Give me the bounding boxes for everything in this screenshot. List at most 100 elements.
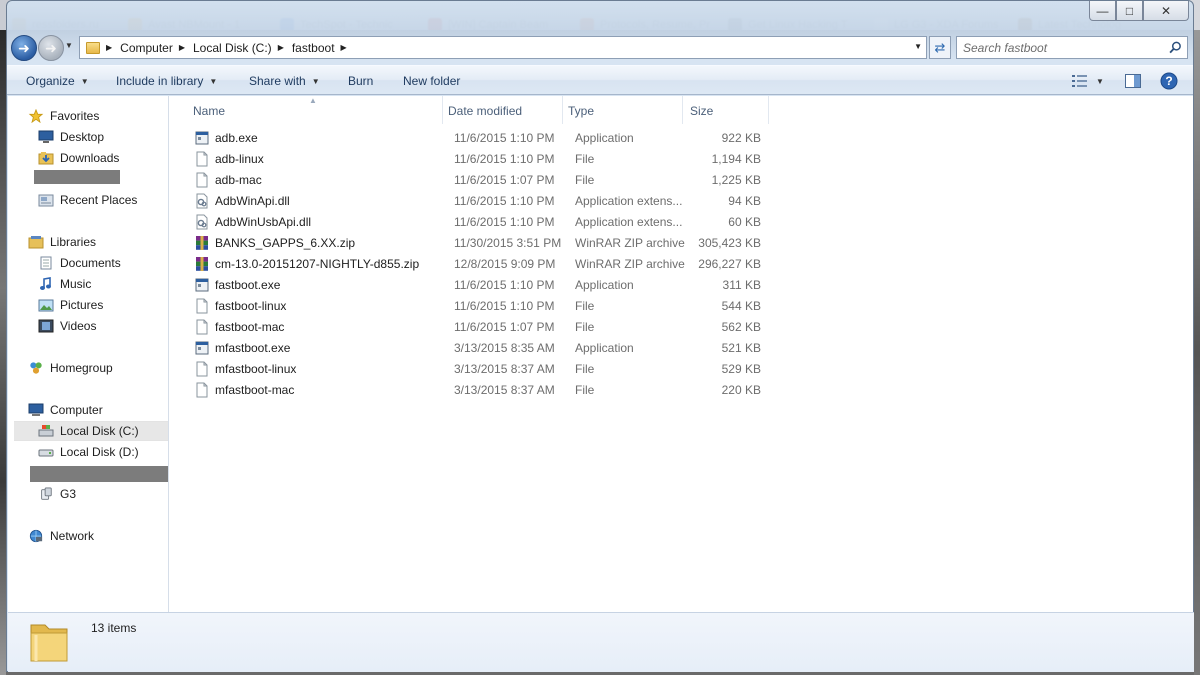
file-size: 220 KB [721, 383, 761, 397]
folder-icon [86, 41, 100, 54]
recent-pages-dropdown-icon[interactable]: ▼ [65, 41, 73, 50]
refresh-button[interactable]: ⇄ [929, 36, 951, 59]
background-right-edge [1194, 30, 1200, 675]
address-history-dropdown-icon[interactable]: ▼ [914, 42, 922, 51]
nav-local-disk-d[interactable]: Local Disk (D:) [38, 442, 139, 462]
back-button[interactable]: ➜ [11, 35, 37, 61]
nav-homegroup[interactable]: Homegroup [28, 358, 113, 378]
help-button[interactable]: ? [1158, 71, 1180, 91]
address-bar[interactable]: ▶ Computer ▶ Local Disk (C:) ▶ fastboot … [79, 36, 927, 59]
nav-local-disk-c[interactable]: Local Disk (C:) [14, 421, 168, 441]
dll-icon [196, 214, 208, 230]
forward-button[interactable]: ➜ [38, 35, 64, 61]
file-row[interactable]: cm-13.0-20151207-NIGHTLY-d855.zip 12/8/20… [187, 254, 767, 274]
share-with-label: Share with [249, 74, 306, 88]
preview-pane-button[interactable] [1122, 71, 1144, 91]
column-header-size[interactable]: Size [690, 102, 766, 120]
nav-downloads[interactable]: Downloads [38, 148, 119, 168]
column-header-type[interactable]: Type [568, 102, 682, 120]
breadcrumb-chevron-icon[interactable]: ▶ [341, 43, 347, 52]
nav-downloads-label: Downloads [60, 151, 120, 165]
file-row[interactable]: fastboot-mac 11/6/2015 1:07 PM File 562 KB [187, 317, 767, 337]
file-row[interactable]: BANKS_GAPPS_6.XX.zip 11/30/2015 3:51 PM Wi… [187, 233, 767, 253]
column-divider[interactable] [768, 96, 769, 124]
view-options-dropdown-icon[interactable]: ▼ [1093, 71, 1107, 91]
file-row[interactable]: mfastboot.exe 3/13/2015 8:35 AM Applicatio… [187, 338, 767, 358]
redacted-nav-item [30, 466, 168, 482]
burn-button[interactable]: Burn [348, 74, 373, 88]
change-view-button[interactable] [1069, 71, 1091, 91]
nav-g3[interactable]: G3 [38, 484, 76, 504]
nav-favorites[interactable]: Favorites [28, 106, 99, 126]
breadcrumb-chevron-icon[interactable]: ▶ [278, 43, 284, 52]
nav-music[interactable]: Music [38, 274, 91, 294]
computer-icon [28, 403, 44, 416]
breadcrumb-chevron-icon[interactable]: ▶ [179, 43, 185, 52]
item-count: 13 items [91, 621, 137, 635]
desktop-icon [38, 130, 54, 143]
search-input[interactable] [963, 40, 1163, 55]
column-divider[interactable] [682, 96, 683, 124]
file-date-modified: 3/13/2015 8:35 AM [454, 341, 555, 355]
nav-documents[interactable]: Documents [38, 253, 121, 273]
file-type: Application extens... [575, 194, 683, 208]
nav-libraries[interactable]: Libraries [28, 232, 96, 252]
dropdown-arrow-icon: ▼ [311, 76, 320, 86]
file-row[interactable]: AdbWinUsbApi.dll 11/6/2015 1:10 PM Applica… [187, 212, 767, 232]
file-row[interactable]: AdbWinApi.dll 11/6/2015 1:10 PM Applicatio… [187, 191, 767, 211]
include-in-library-button[interactable]: Include in library ▼ [116, 74, 217, 88]
file-type: Application [575, 341, 634, 355]
file-row[interactable]: mfastboot-linux 3/13/2015 8:37 AM File 529 … [187, 359, 767, 379]
file-row[interactable]: fastboot-linux 11/6/2015 1:10 PM File 544 K… [187, 296, 767, 316]
file-row[interactable]: mfastboot-mac 3/13/2015 8:37 AM File 220 KB [187, 380, 767, 400]
file-date-modified: 12/8/2015 9:09 PM [454, 257, 556, 271]
drive-icon [38, 449, 54, 457]
organize-button[interactable]: Organize ▼ [26, 74, 89, 88]
nav-pictures[interactable]: Pictures [38, 295, 103, 315]
nav-network[interactable]: Network [28, 526, 94, 546]
pictures-icon [38, 299, 54, 312]
nav-local-disk-c-label: Local Disk (C:) [60, 424, 139, 438]
column-header-date-modified[interactable]: Date modified [448, 102, 562, 120]
nav-videos[interactable]: Videos [38, 316, 96, 336]
search-icon[interactable] [1169, 41, 1182, 54]
svg-text:?: ? [1165, 74, 1172, 88]
close-button[interactable]: ✕ [1143, 1, 1189, 21]
column-header-name[interactable]: Name [187, 102, 442, 120]
nav-computer[interactable]: Computer [28, 400, 103, 420]
file-icon [196, 172, 208, 188]
column-divider[interactable] [442, 96, 443, 124]
videos-icon [38, 319, 54, 333]
file-name: fastboot-linux [215, 299, 287, 313]
column-divider[interactable] [562, 96, 563, 124]
folder-icon [30, 624, 68, 662]
file-type: File [575, 383, 595, 397]
share-with-button[interactable]: Share with ▼ [249, 74, 320, 88]
file-name: mfastboot.exe [215, 341, 291, 355]
file-row[interactable]: adb-linux 11/6/2015 1:10 PM File 1,194 KB [187, 149, 767, 169]
application-icon [195, 341, 209, 355]
application-icon [195, 278, 209, 292]
nav-recent-places[interactable]: Recent Places [38, 190, 137, 210]
file-size: 311 KB [722, 278, 761, 292]
new-folder-button[interactable]: New folder [403, 74, 460, 88]
file-size: 562 KB [721, 320, 761, 334]
file-row[interactable]: adb.exe 11/6/2015 1:10 PM Application 922 K… [187, 128, 767, 148]
breadcrumb-chevron-icon[interactable]: ▶ [106, 43, 112, 52]
minimize-button[interactable]: — [1089, 1, 1116, 21]
column-header-type-label: Type [568, 104, 595, 118]
help-icon: ? [1160, 72, 1178, 90]
file-name: cm-13.0-20151207-NIGHTLY-d855.zip [215, 257, 420, 271]
file-row[interactable]: fastboot.exe 11/6/2015 1:10 PM Application… [187, 275, 767, 295]
file-row[interactable]: adb-mac 11/6/2015 1:07 PM File 1,225 KB [187, 170, 767, 190]
nav-documents-label: Documents [60, 256, 121, 270]
breadcrumb-local-disk-c[interactable]: Local Disk (C:) [193, 41, 272, 55]
nav-music-label: Music [60, 277, 92, 291]
nav-desktop[interactable]: Desktop [38, 127, 104, 147]
breadcrumb-computer[interactable]: Computer [120, 41, 173, 55]
breadcrumb-fastboot[interactable]: fastboot [292, 41, 335, 55]
winrar-icon [196, 236, 208, 250]
maximize-button[interactable]: □ [1116, 1, 1143, 21]
search-box[interactable] [956, 36, 1188, 59]
file-size: 94 KB [728, 194, 761, 208]
